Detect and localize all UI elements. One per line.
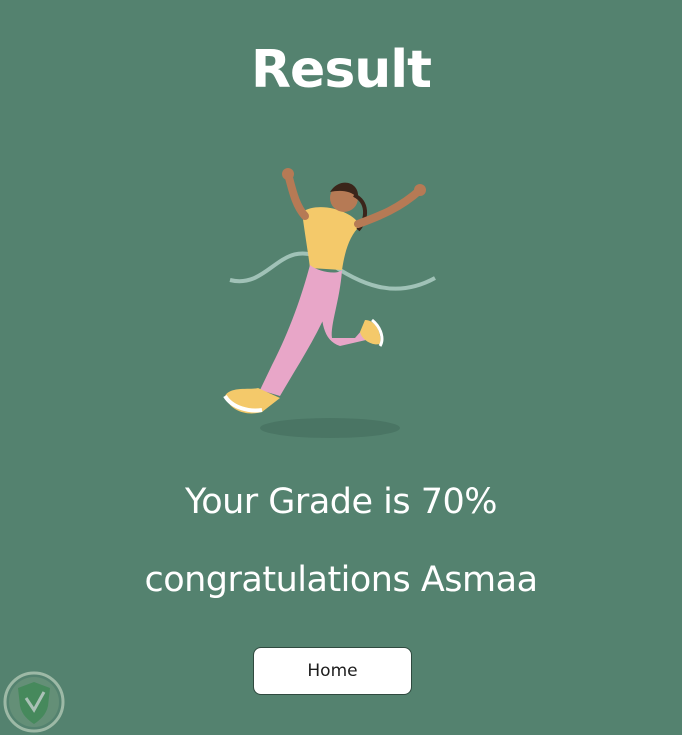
grade-text: Your Grade is 70%	[184, 482, 498, 522]
shield-badge-icon	[3, 671, 65, 733]
runner-illustration	[223, 168, 436, 438]
home-button[interactable]: Home	[253, 647, 412, 695]
result-page: Result Your Grade is 70% congratulations…	[0, 0, 682, 735]
page-title: Result	[251, 40, 432, 100]
congratulations-text: congratulations Asmaa	[144, 560, 538, 600]
